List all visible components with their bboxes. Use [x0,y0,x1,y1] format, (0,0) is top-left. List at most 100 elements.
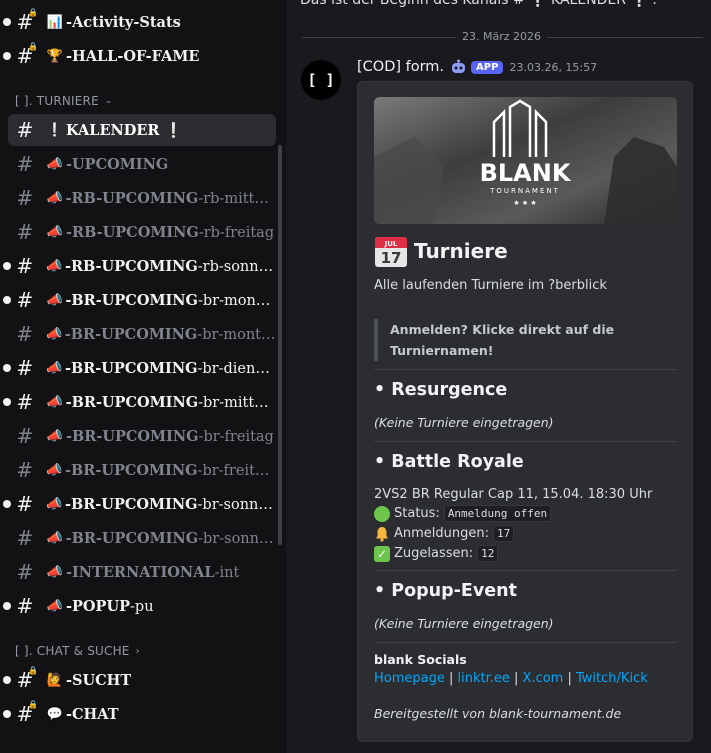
channel-sucht[interactable]: # 🔒 🙋 -SUCHT [3,664,276,696]
channel-name: -POPUP [66,597,131,615]
chevron-down-icon: ⌄ [104,96,113,106]
unread-indicator [3,52,11,60]
channel-emoji: 🏆 [46,48,64,64]
unread-indicator [3,364,11,372]
tournament-banner-image[interactable]: BLANK TOURNAMENT ★ ★ ★ [374,97,677,224]
author-name[interactable]: [COD] form. [357,59,444,75]
channel-kalender[interactable]: # ❕ KALENDER ❕ [8,114,276,146]
channel-emoji: 📊 [46,14,64,30]
megaphone-icon: 📣 [45,326,63,342]
channel-br-sonntag[interactable]: # 📣 -BR-UPCOMING-br-sonntag [3,488,276,520]
avatar[interactable]: [ ] [301,60,341,100]
text-channel-icon: # [16,118,34,142]
channel-br-montag-2[interactable]: # 📣 -BR-UPCOMING-br-monta... [8,318,276,350]
channel-name: -BR-UPCOMING [66,427,199,445]
embed-blockquote: Anmelden? Klicke direkt auf die Turniern… [374,319,664,361]
text-channel-icon: # [16,390,34,414]
text-channel-icon: # 🔒 [16,8,38,34]
stars-decoration: ★ ★ ★ [513,199,536,207]
channel-hall-of-fame[interactable]: # 🔒 🏆 -HALL-OF-FAME [3,40,276,72]
channel-name: -UPCOMING [66,155,169,173]
x-link[interactable]: X.com [523,671,564,686]
homepage-link[interactable]: Homepage [374,671,445,686]
embed-footer: Bereitgestellt von blank-tournament.de [374,706,622,721]
megaphone-icon: 📣 [46,598,64,614]
text-channel-icon: # [16,288,34,312]
divider [374,570,677,571]
text-channel-icon: # [16,458,34,482]
registrations-label: Anmeldungen: [394,526,490,541]
text-channel-icon: # 🔒 [16,666,38,692]
message-timestamp: 23.03.26, 15:57 [509,60,598,74]
channel-name: -HALL-OF-FAME [66,47,200,65]
status-row: Status: Anmeldung offen [374,505,552,522]
embed-description: Alle laufenden Turniere im ?berblick [374,278,607,293]
calendar-month: JUL [384,240,398,248]
megaphone-icon: 📣 [46,156,64,172]
category-turniere[interactable]: [ ]. TURNIERE ⌄ [15,94,113,108]
channel-popup[interactable]: # 📣 -POPUP-pu [3,590,276,622]
channel-br-sonntag-2[interactable]: # 📣 -BR-UPCOMING-br-sonnt... [8,522,277,554]
unread-indicator [3,602,11,610]
section-battle-royale: • Battle Royale [374,452,524,472]
text-channel-icon: # [16,560,34,584]
linktree-link[interactable]: linktr.ee [458,671,510,686]
channel-name: -CHAT [66,705,119,723]
divider [374,441,677,442]
text-channel-icon: # 🔒 [16,42,38,68]
registrations-value: 17 [493,525,515,542]
channel-br-montag[interactable]: # 📣 -BR-UPCOMING-br-montag [3,284,276,316]
channel-emoji: 🙋 [46,672,64,688]
channel-name: -BR-UPCOMING [65,461,198,479]
channel-activity-stats[interactable]: # 🔒 📊 -Activity-Stats [3,6,276,38]
channel-name: -BR-UPCOMING [65,529,199,547]
text-channel-icon: # [16,594,34,618]
channel-upcoming[interactable]: # 📣 -UPCOMING [8,148,276,180]
channel-br-freitag[interactable]: # 📣 -BR-UPCOMING-br-freitag [8,420,276,452]
banner-title: BLANK [480,159,572,187]
sidebar-scrollbar[interactable] [278,145,282,545]
category-chat-suche[interactable]: [ ]. CHAT & SUCHE › [15,644,140,658]
bell-icon [376,526,388,542]
channel-name: -RB-UPCOMING [64,257,198,275]
unread-indicator [3,676,11,684]
channel-sidebar: # 🔒 📊 -Activity-Stats # 🔒 🏆 -HALL-OF-FAME … [0,0,286,753]
br-tournament-link[interactable]: 2VS2 BR Regular Cap 11, 15.04. 18:30 Uhr [374,487,652,502]
channel-name: -SUCHT [66,671,132,689]
channel-br-dienstag[interactable]: # 📣 -BR-UPCOMING-br-dienst... [3,352,276,384]
social-links: Homepage | linktr.ee | X.com | Twitch/Ki… [374,671,648,686]
channel-br-mittwoch[interactable]: # 📣 -BR-UPCOMING-br-mittw... [3,386,276,418]
status-label: Status: [394,506,440,521]
unread-indicator [3,262,11,270]
twitch-kick-link[interactable]: Twitch/Kick [576,671,648,686]
channel-name: -RB-UPCOMING [66,223,199,241]
unread-indicator [3,500,11,508]
unread-indicator [3,710,11,718]
channel-chat[interactable]: # 🔒 💬 -CHAT [3,698,276,730]
embed-title: JUL 17 Turniere [374,234,508,268]
channel-name: KALENDER ❕ [66,121,183,139]
channel-international[interactable]: # 📣 -INTERNATIONAL-int [8,556,276,588]
text-channel-icon: # [16,220,34,244]
robot-icon [452,59,466,73]
channel-emoji: 💬 [46,706,64,722]
unread-indicator [3,18,11,26]
megaphone-icon: 📣 [46,258,63,274]
check-mark-icon: ✓ [374,545,390,562]
chevron-right-icon: › [135,645,140,657]
channel-rb-sonntag[interactable]: # 📣 -RB-UPCOMING-rb-sonntag [3,250,276,282]
channel-name: -BR-UPCOMING [64,359,198,377]
banner-graphic: BLANK TOURNAMENT ★ ★ ★ [374,97,677,224]
calendar-icon: JUL 17 [375,237,407,267]
message-area: Das ist der Beginn des Kanals # ❕ KALEND… [286,0,711,753]
megaphone-icon: 📣 [46,496,63,512]
megaphone-icon: 📣 [46,360,63,376]
section-resurgence: • Resurgence [374,380,508,400]
megaphone-icon: 📣 [46,292,63,308]
channel-br-freitag2[interactable]: # 📣 -BR-UPCOMING-br-freitag2 [8,454,276,486]
channel-rb-mittwoch[interactable]: # 📣 -RB-UPCOMING-rb-mittw... [8,182,276,214]
channel-rb-freitag[interactable]: # 📣 -RB-UPCOMING-rb-freitag [8,216,276,248]
text-channel-icon: # [16,356,34,380]
message-header: [COD] form. APP 23.03.26, 15:57 [357,59,597,75]
embed-title-text: Turniere [414,239,508,263]
